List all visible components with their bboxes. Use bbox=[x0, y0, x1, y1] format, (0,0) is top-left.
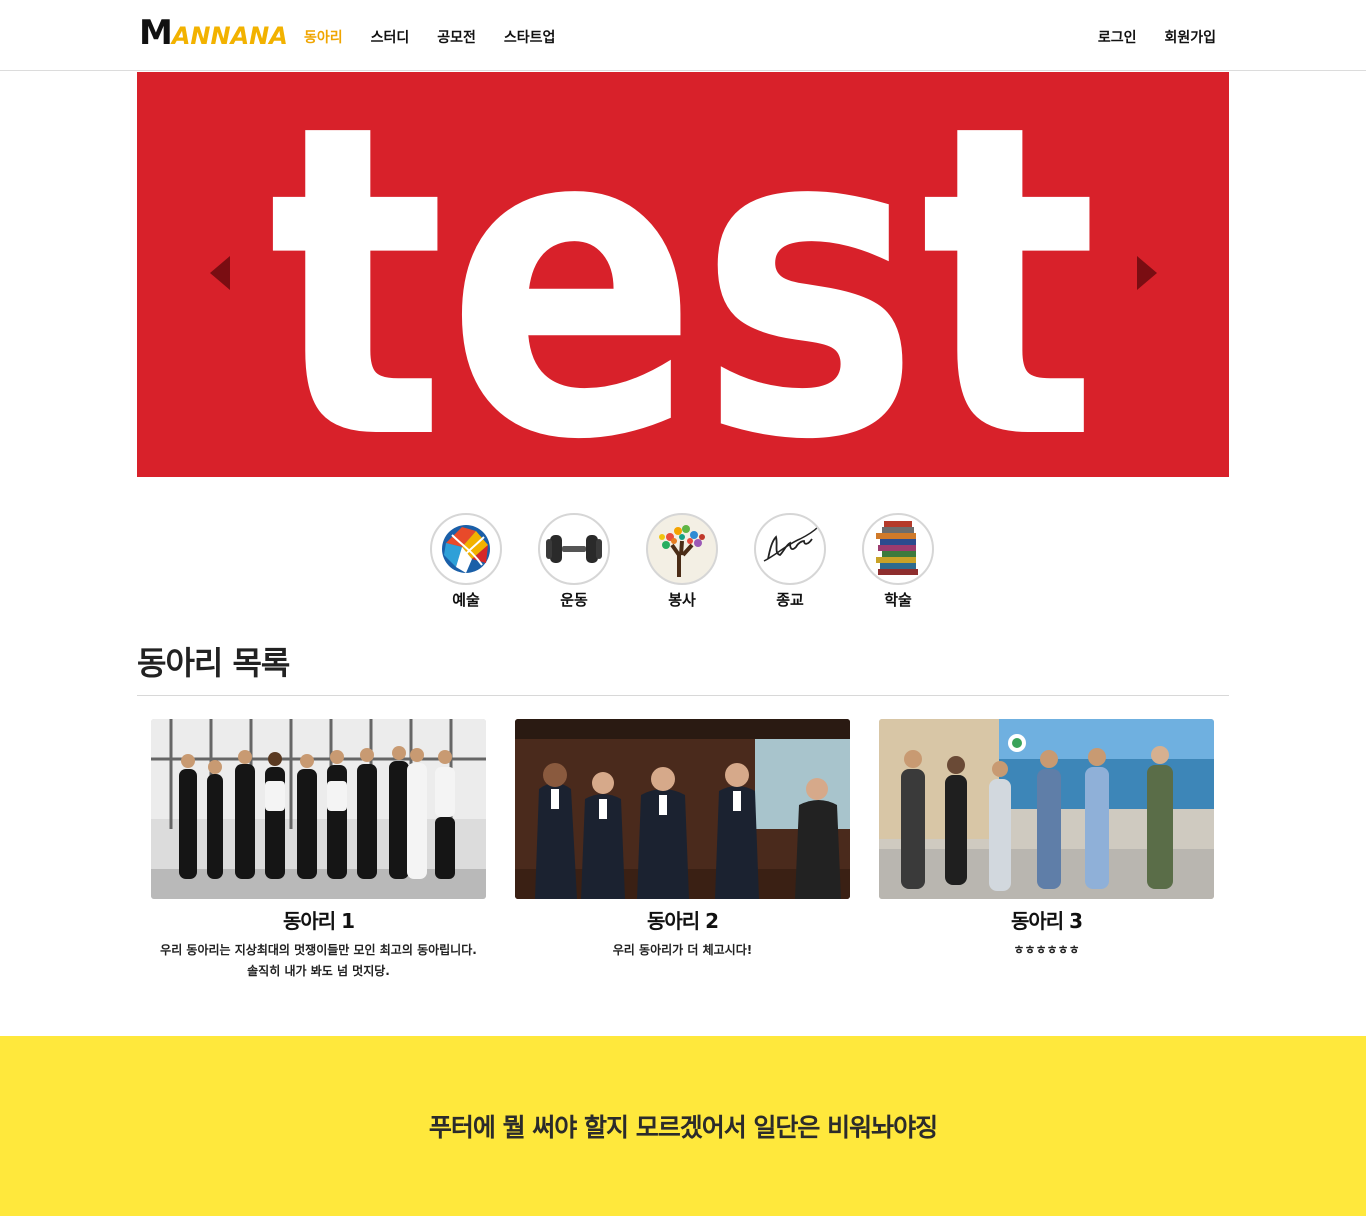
top-navbar: M ANNANA 동아리 스터디 공모전 스타트업 로그인 회원가입 bbox=[0, 0, 1366, 71]
footer-text: 푸터에 뭘 써야 할지 모르겠어서 일단은 비워놔야징 bbox=[428, 1113, 938, 1142]
logo-text: ANNANA bbox=[171, 22, 288, 50]
category-academic[interactable]: 학술 bbox=[862, 513, 934, 610]
menu-item-club[interactable]: 동아리 bbox=[304, 27, 343, 47]
section-divider bbox=[137, 695, 1229, 696]
club-title: 동아리 1 bbox=[282, 909, 355, 933]
hero-carousel: test bbox=[137, 72, 1229, 477]
club-description: 우리 동아리가 더 체고시다! bbox=[612, 943, 753, 957]
hero-banner-word: test bbox=[268, 72, 1098, 477]
login-link[interactable]: 로그인 bbox=[1098, 27, 1137, 47]
category-label: 종교 bbox=[776, 591, 804, 609]
hero-banner-image: test bbox=[268, 72, 1098, 477]
club-photo bbox=[515, 719, 850, 899]
carousel-next-arrow-icon[interactable] bbox=[1137, 256, 1157, 290]
books-icon bbox=[862, 513, 934, 585]
auth-links: 로그인 회원가입 bbox=[1098, 27, 1216, 47]
category-label: 봉사 bbox=[668, 591, 696, 609]
category-list: 예술 운동 봉사 종교 학술 bbox=[430, 513, 934, 610]
category-sports[interactable]: 운동 bbox=[538, 513, 610, 610]
category-volunteer[interactable]: 봉사 bbox=[646, 513, 718, 610]
hands-tree-icon bbox=[646, 513, 718, 585]
club-list-title: 동아리 목록 bbox=[137, 644, 290, 682]
main-menu: 동아리 스터디 공모전 스타트업 bbox=[304, 27, 555, 47]
believe-icon bbox=[754, 513, 826, 585]
club-card-1[interactable]: 동아리 1 우리 동아리는 지상최대의 멋쟁이들만 모인 최고의 동아립니다. … bbox=[151, 719, 486, 982]
signup-link[interactable]: 회원가입 bbox=[1164, 27, 1216, 47]
club-description: ㅎㅎㅎㅎㅎㅎ bbox=[1013, 943, 1080, 957]
menu-item-study[interactable]: 스터디 bbox=[371, 27, 410, 47]
category-religion[interactable]: 종교 bbox=[754, 513, 826, 610]
dumbbell-icon bbox=[538, 513, 610, 585]
club-photo bbox=[151, 719, 486, 899]
club-card-2[interactable]: 동아리 2 우리 동아리가 더 체고시다! bbox=[515, 719, 850, 982]
club-card-3[interactable]: 동아리 3 ㅎㅎㅎㅎㅎㅎ bbox=[879, 719, 1214, 982]
art-map-icon bbox=[430, 513, 502, 585]
category-label: 학술 bbox=[884, 591, 912, 609]
club-title: 동아리 3 bbox=[1010, 909, 1083, 933]
menu-item-startup[interactable]: 스타트업 bbox=[504, 27, 556, 47]
mannana-logo[interactable]: M ANNANA bbox=[139, 13, 288, 53]
category-label: 예술 bbox=[452, 591, 480, 609]
category-art[interactable]: 예술 bbox=[430, 513, 502, 610]
footer: 푸터에 뭘 써야 할지 모르겠어서 일단은 비워놔야징 bbox=[0, 1036, 1366, 1216]
club-photo bbox=[879, 719, 1214, 899]
club-title: 동아리 2 bbox=[646, 909, 719, 933]
category-label: 운동 bbox=[560, 591, 588, 609]
carousel-prev-arrow-icon[interactable] bbox=[210, 256, 230, 290]
club-card-list: 동아리 1 우리 동아리는 지상최대의 멋쟁이들만 모인 최고의 동아립니다. … bbox=[151, 719, 1214, 982]
logo-letter: M bbox=[139, 13, 173, 53]
menu-item-contest[interactable]: 공모전 bbox=[437, 27, 476, 47]
club-description: 우리 동아리는 지상최대의 멋쟁이들만 모인 최고의 동아립니다. 솔직히 내가… bbox=[160, 943, 477, 978]
